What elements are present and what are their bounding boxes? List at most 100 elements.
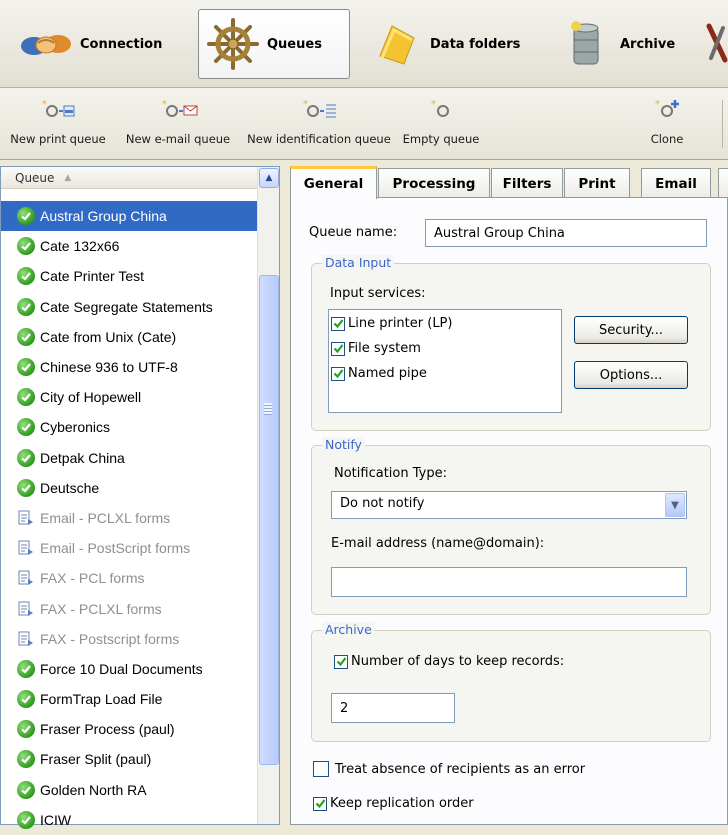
toolbar-separator [722, 100, 723, 148]
sort-ascending-icon: ▲ [64, 172, 72, 183]
list-item-label: Email - PCLXL forms [40, 509, 171, 526]
checkmark-icon [333, 319, 343, 329]
connection-category-label: Connection [80, 36, 163, 52]
list-item-label: Cyberonics [40, 419, 111, 436]
scroll-up-button[interactable]: ▲ [259, 168, 279, 188]
list-item-label: Chinese 936 to UTF-8 [40, 359, 178, 376]
queues-category-button[interactable]: Queues [198, 9, 350, 79]
keep-records-option[interactable]: Number of days to keep records: [334, 654, 564, 669]
list-item[interactable]: Cyberonics [1, 412, 257, 442]
list-item[interactable]: Email - PCLXL forms [1, 503, 257, 533]
security-button[interactable]: Security... [574, 316, 688, 344]
tab-processing[interactable]: Processing [378, 168, 490, 198]
list-item[interactable]: FAX - Postscript forms [1, 624, 257, 654]
clone-icon: * [655, 99, 679, 117]
list-item[interactable]: Austral Group China [1, 201, 257, 232]
list-item[interactable]: FAX - PCLXL forms [1, 593, 257, 623]
treat-absence-checkbox[interactable] [313, 761, 329, 777]
list-item[interactable]: ICIW [1, 805, 257, 835]
queue-name-input[interactable] [425, 219, 707, 247]
list-item-label: Cate Segregate Statements [40, 298, 213, 315]
archive-category-label: Archive [620, 36, 676, 52]
list-item[interactable]: Email - PostScript forms [1, 533, 257, 563]
keep-records-checkbox[interactable] [334, 654, 348, 669]
line-printer-checkbox[interactable] [331, 316, 345, 331]
list-item[interactable]: Chinese 936 to UTF-8 [1, 352, 257, 382]
list-item[interactable]: Force 10 Dual Documents [1, 654, 257, 684]
clone-button[interactable]: * Clone [632, 94, 702, 154]
tab-print[interactable]: Print [564, 168, 630, 198]
email-address-label: E-mail address (name@domain): [331, 536, 545, 551]
connection-category-button[interactable]: Connection [12, 9, 168, 79]
tab-general[interactable]: General [290, 166, 377, 199]
scrollbar-thumb[interactable] [259, 275, 279, 765]
input-services-list[interactable]: Line printer (LP) File system Named pipe [328, 309, 562, 413]
keep-replication-order-option[interactable]: Keep replication order [313, 796, 474, 811]
queue-column-label: Queue [15, 170, 55, 185]
list-item-label: FAX - PCLXL forms [40, 600, 162, 617]
general-panel: Queue name: Data Input Input services: L… [290, 197, 728, 825]
chevron-down-icon[interactable]: ▼ [665, 493, 685, 517]
list-item[interactable]: FormTrap Load File [1, 684, 257, 714]
list-item[interactable]: Fraser Process (paul) [1, 714, 257, 744]
list-item[interactable]: City of Hopewell [1, 382, 257, 412]
svg-text:*: * [42, 99, 47, 110]
document-queue-icon [18, 570, 33, 586]
options-button[interactable]: Options... [574, 361, 688, 389]
new-email-queue-button[interactable]: * New e-mail queue [118, 94, 238, 154]
list-item[interactable]: Detpak China [1, 443, 257, 473]
notification-type-select[interactable]: Do not notify ▼ [331, 491, 687, 519]
notification-type-value: Do not notify [340, 496, 425, 511]
new-identification-queue-button[interactable]: * New identification queue [244, 94, 394, 154]
treat-absence-option[interactable]: Treat absence of recipients as an error [313, 761, 585, 777]
list-item[interactable]: Cate Printer Test [1, 261, 257, 291]
list-item[interactable]: Cate Segregate Statements [1, 292, 257, 322]
document-queue-icon [18, 631, 33, 646]
status-ok-icon [17, 750, 35, 769]
empty-queue-button[interactable]: * Empty queue [396, 94, 486, 154]
status-ok-icon [17, 448, 35, 467]
new-email-queue-label: New e-mail queue [125, 132, 231, 146]
list-item[interactable]: Cate 132x66 [1, 231, 257, 261]
status-ok-icon [17, 418, 35, 437]
keep-records-days-input[interactable] [331, 693, 455, 723]
list-item[interactable]: Deutsche [1, 473, 257, 503]
email-address-input[interactable] [331, 567, 687, 597]
list-item-label: Austral Group China [40, 208, 167, 225]
list-item[interactable]: Fraser Split (paul) [1, 744, 257, 774]
service-named-pipe[interactable]: Named pipe [331, 366, 427, 381]
queue-column-header[interactable]: Queue ▲ [1, 167, 257, 189]
svg-text:*: * [431, 99, 436, 110]
service-file-system[interactable]: File system [331, 341, 421, 356]
named-pipe-checkbox[interactable] [331, 366, 345, 381]
archive-category-button[interactable]: Archive [552, 9, 681, 79]
service-line-printer[interactable]: Line printer (LP) [331, 316, 452, 331]
tab-overflow[interactable] [718, 168, 728, 198]
status-ok-icon [17, 267, 35, 286]
list-item-label: Detpak China [40, 449, 125, 466]
list-item[interactable]: Golden North RA [1, 775, 257, 805]
keep-replication-order-checkbox[interactable] [313, 796, 327, 811]
named-pipe-label: Named pipe [348, 366, 427, 381]
document-queue-icon [18, 601, 33, 616]
file-system-checkbox[interactable] [331, 341, 345, 356]
keep-replication-order-label: Keep replication order [330, 796, 474, 811]
tools-icon[interactable] [703, 22, 728, 66]
folder-icon [379, 25, 415, 65]
tab-email[interactable]: Email [641, 168, 711, 198]
list-item-label: Cate 132x66 [40, 238, 120, 255]
new-email-queue-icon: * [162, 99, 198, 117]
new-identification-queue-label: New identification queue [247, 132, 391, 146]
data-folders-category-button[interactable]: Data folders [362, 9, 526, 79]
queue-list-scrollbar[interactable]: ▲ [257, 167, 279, 824]
list-item[interactable]: Cate from Unix (Cate) [1, 322, 257, 352]
category-toolbar: Connection Queues Data folders Archive [0, 0, 728, 88]
status-ok-icon [17, 237, 35, 256]
archive-title: Archive [322, 622, 375, 637]
list-item[interactable]: FAX - PCL forms [1, 563, 257, 593]
line-printer-label: Line printer (LP) [348, 316, 453, 331]
new-print-queue-button[interactable]: * New print queue [2, 94, 114, 154]
tab-filters[interactable]: Filters [491, 168, 563, 198]
list-item-label: Email - PostScript forms [40, 540, 191, 557]
new-print-queue-icon: * [42, 99, 75, 117]
